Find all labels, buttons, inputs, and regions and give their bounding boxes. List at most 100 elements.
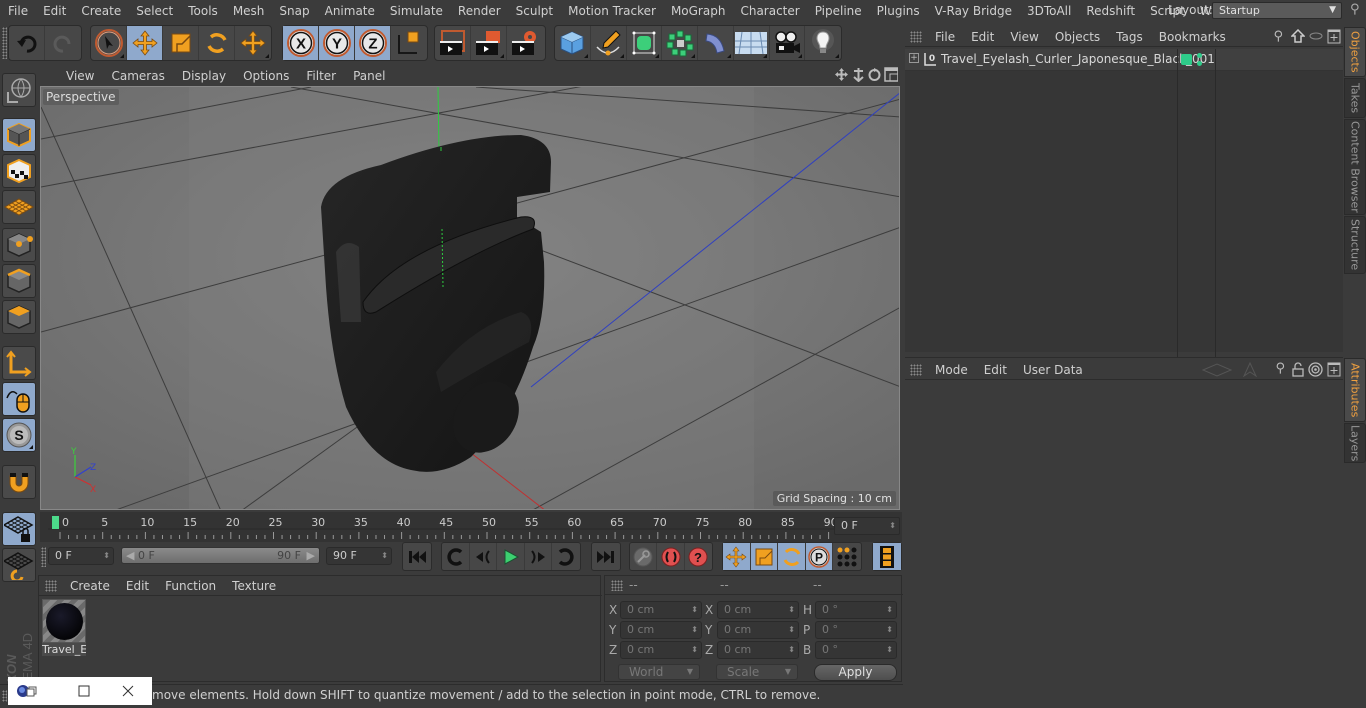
maximize-icon[interactable] [78,685,90,697]
viewport-menu-filter[interactable]: Filter [297,69,344,83]
viewport-menu-view[interactable]: View [57,69,102,83]
menu-file[interactable]: File [0,0,35,22]
menu-vray-bridge[interactable]: V-Ray Bridge [927,0,1019,22]
pen-spline-button[interactable] [591,26,627,60]
menu-character[interactable]: Character [732,0,806,22]
menu-tools[interactable]: Tools [180,0,225,22]
menu-select[interactable]: Select [128,0,180,22]
mm-menu-create[interactable]: Create [62,579,118,593]
om-menu-edit[interactable]: Edit [963,30,1002,44]
play-button[interactable] [497,543,525,570]
tab-layers[interactable]: Layers [1344,423,1366,463]
viewport-menu-cameras[interactable]: Cameras [102,69,172,83]
pan-view-icon[interactable] [834,67,849,82]
am-menu-user-data[interactable]: User Data [1015,363,1091,377]
layer-color-swatch[interactable] [1181,54,1192,65]
om-menu-view[interactable]: View [1002,30,1046,44]
goto-end-button[interactable] [592,543,620,570]
move-button[interactable] [127,26,163,60]
search-icon[interactable]: ⚲ [1273,29,1283,44]
object-name[interactable]: Travel_Eyelash_Curler_Japonesque_Black_0… [941,52,1215,66]
apply-button[interactable]: Apply [814,664,897,681]
camera-button[interactable] [770,26,806,60]
timeline-window-button[interactable] [873,543,901,570]
object-row[interactable]: + 0 Travel_Eyelash_Curler_Japonesque_Bla… [905,49,1343,374]
timeline-ruler[interactable]: 0 5 10 15 20 25 30 35 40 45 50 55 60 65 70 75 80 85 90 [40,512,902,542]
key-parameter-button[interactable]: P [805,543,834,570]
close-icon[interactable] [122,685,134,697]
make-editable-button[interactable] [2,73,36,107]
spinner-icon[interactable]: ⬍ [691,602,698,618]
om-menu-tags[interactable]: Tags [1108,30,1151,44]
rotate-view-icon[interactable] [867,67,882,82]
render-picture-viewer-button[interactable] [471,26,507,60]
am-menu-mode[interactable]: Mode [927,363,976,377]
editor-visibility-dot[interactable] [1197,53,1202,58]
pos-y-field[interactable]: 0 cm ⬍ [620,621,702,639]
axis-mode-button[interactable] [2,346,36,380]
coordinate-system-select[interactable]: World ▼ [618,664,700,680]
menu-render[interactable]: Render [450,0,508,22]
deformer-button[interactable] [698,26,734,60]
menu-edit[interactable]: Edit [35,0,73,22]
x-axis-lock-button[interactable]: X [283,26,319,60]
tab-objects[interactable]: Objects [1344,27,1366,77]
maximize-view-icon[interactable] [883,67,899,82]
size-x-field[interactable]: 0 cm ⬍ [717,601,799,619]
tweak-mode-button[interactable] [2,382,36,416]
key-scale-button[interactable] [750,543,779,570]
previous-frame-button[interactable] [470,543,498,570]
spinner-icon[interactable]: ⬍ [788,602,795,618]
workplane-mode-button[interactable] [2,190,36,224]
rotate-button[interactable] [199,26,235,60]
layout-select[interactable]: Startup ▼ [1212,2,1342,19]
3d-viewport[interactable]: Y Z X Perspective Grid Spacing : 10 cm [40,86,900,510]
rot-h-field[interactable]: 0 ° ⬍ [815,601,897,619]
key-pla-button[interactable] [833,543,861,570]
preview-range-slider[interactable]: ◀ 0 F 90 F ▶ [121,547,320,564]
redo-button[interactable] [45,26,81,60]
spinner-icon[interactable]: ⬍ [886,642,893,658]
edges-mode-button[interactable] [2,264,36,298]
end-frame-field[interactable]: 90 F ⬍ [326,547,392,565]
mm-menu-texture[interactable]: Texture [224,579,284,593]
texture-mode-button[interactable] [2,154,36,188]
lock-workplane-button[interactable] [2,512,36,546]
menu-simulate[interactable]: Simulate [382,0,450,22]
mograph-cloner-button[interactable] [662,26,698,60]
panel-grip[interactable] [45,579,57,592]
keyframe-selection-button[interactable]: ? [685,543,712,570]
z-axis-lock-button[interactable]: Z [355,26,391,60]
tab-takes[interactable]: Takes [1344,78,1366,118]
visibility-toggle-icon[interactable] [1309,31,1323,41]
light-button[interactable] [805,26,841,60]
spinner-icon[interactable]: ⬍ [886,622,893,638]
size-mode-select[interactable]: Scale ▼ [716,664,798,680]
menu-animate[interactable]: Animate [317,0,382,22]
material-swatch[interactable]: Travel_E [42,599,86,657]
floor-button[interactable] [734,26,770,60]
pos-z-field[interactable]: 0 cm ⬍ [620,641,702,659]
spinner-icon[interactable]: ⬍ [788,642,795,658]
rot-b-field[interactable]: 0 ° ⬍ [815,641,897,659]
expand-icon[interactable]: + [909,53,919,63]
size-z-field[interactable]: 0 cm ⬍ [717,641,799,659]
size-y-field[interactable]: 0 cm ⬍ [717,621,799,639]
om-menu-objects[interactable]: Objects [1047,30,1108,44]
menu-3dtoall[interactable]: 3DToAll [1019,0,1078,22]
spinner-icon[interactable]: ⬍ [103,548,110,564]
panel-grip[interactable] [910,363,922,376]
range-right-arrow-icon[interactable]: ▶ [307,548,315,563]
spinner-icon[interactable]: ⬍ [691,642,698,658]
menu-plugins[interactable]: Plugins [869,0,927,22]
pos-x-field[interactable]: 0 cm ⬍ [620,601,702,619]
menu-motion-tracker[interactable]: Motion Tracker [560,0,663,22]
start-frame-field[interactable]: 0 F ⬍ [48,547,114,565]
render-settings-button[interactable] [507,26,543,60]
previous-keyframe-button[interactable] [442,543,470,570]
planar-workplane-button[interactable] [2,548,36,582]
panel-grip[interactable] [910,30,922,43]
snap-button[interactable] [2,465,36,499]
solo-mode-button[interactable]: S [2,418,36,452]
panel-grip[interactable] [611,580,623,591]
